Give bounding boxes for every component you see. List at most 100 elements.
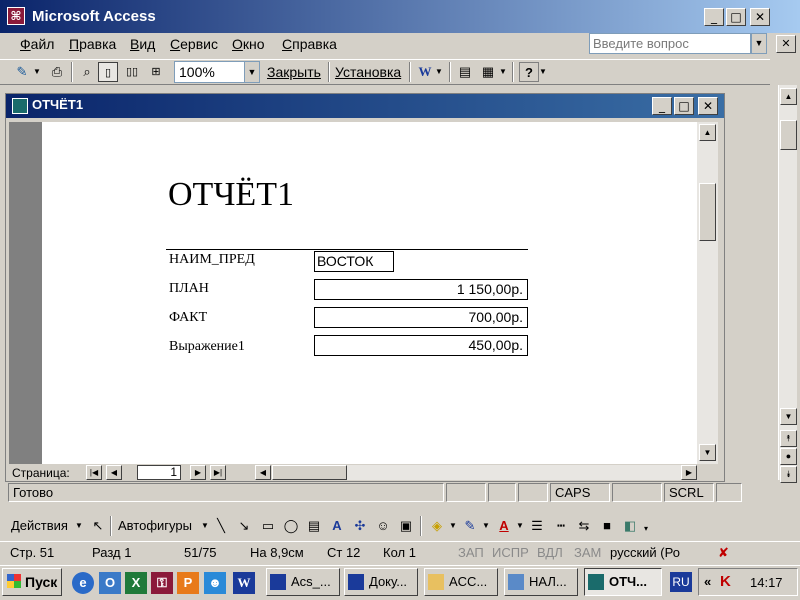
new-object-dropdown-icon[interactable]: ▼ bbox=[498, 62, 508, 82]
maximize-button[interactable]: □ bbox=[726, 8, 746, 26]
help-dropdown-button[interactable]: ▼ bbox=[751, 33, 767, 54]
arrow-icon[interactable]: ↘ bbox=[234, 516, 254, 536]
line-icon[interactable]: ╲ bbox=[211, 516, 231, 536]
report-scroll-up-icon[interactable]: ▲ bbox=[699, 124, 716, 141]
next-page-icon[interactable]: ⯯ bbox=[780, 466, 797, 483]
menu-edit[interactable]: Правка bbox=[69, 36, 116, 52]
help-icon[interactable]: ? bbox=[519, 62, 539, 82]
minimize-button[interactable]: _ bbox=[704, 8, 724, 26]
menu-view[interactable]: Вид bbox=[130, 36, 155, 52]
hscroll-left-icon[interactable]: ◀ bbox=[255, 465, 271, 480]
fill-color-icon[interactable]: ◈ bbox=[427, 516, 447, 536]
actions-menu-button[interactable]: Действия bbox=[11, 518, 68, 533]
help-dropdown-icon[interactable]: ▼ bbox=[538, 62, 548, 82]
last-page-icon[interactable]: ▶| bbox=[210, 465, 226, 480]
internet-explorer-icon[interactable]: e bbox=[72, 572, 94, 594]
multiple-pages-icon[interactable]: ⊞ bbox=[146, 62, 166, 82]
menu-window[interactable]: Окно bbox=[232, 36, 265, 52]
rectangle-icon[interactable]: ▭ bbox=[258, 516, 278, 536]
page-number-input[interactable]: 1 bbox=[137, 465, 181, 480]
report-maximize-button[interactable]: □ bbox=[674, 97, 694, 115]
scroll-down-icon[interactable]: ▼ bbox=[780, 408, 797, 425]
insert-picture-icon[interactable]: ▣ bbox=[396, 516, 416, 536]
status-caps: CAPS bbox=[550, 483, 610, 502]
hscroll-right-icon[interactable]: ▶ bbox=[681, 465, 697, 480]
clock[interactable]: 14:17 bbox=[750, 575, 783, 590]
menu-file[interactable]: Файл bbox=[20, 36, 54, 52]
zoom-magnifier-icon[interactable]: ⌕ bbox=[77, 62, 97, 82]
antivirus-icon[interactable]: K bbox=[720, 573, 731, 590]
prev-page-icon[interactable]: ⯭ bbox=[780, 430, 797, 447]
messenger-icon[interactable]: ☻ bbox=[204, 572, 226, 594]
status-rec[interactable]: ЗАП bbox=[458, 545, 484, 560]
autoshapes-menu-button[interactable]: Автофигуры bbox=[118, 518, 192, 533]
export-dropdown-icon[interactable]: ▼ bbox=[434, 62, 444, 82]
word-icon[interactable]: W bbox=[233, 572, 255, 594]
wordart-icon[interactable]: A bbox=[327, 516, 347, 536]
menu-help[interactable]: Справка bbox=[282, 36, 337, 52]
previous-page-icon[interactable]: ◀ bbox=[106, 465, 122, 480]
tray-expand-icon[interactable]: « bbox=[704, 574, 711, 589]
two-pages-icon[interactable]: ▯▯ bbox=[122, 62, 142, 82]
report-scroll-down-icon[interactable]: ▼ bbox=[699, 444, 716, 461]
excel-icon[interactable]: X bbox=[125, 572, 147, 594]
arrow-style-icon[interactable]: ⇆ bbox=[574, 516, 594, 536]
view-icon[interactable]: ✎ bbox=[12, 62, 32, 82]
database-window-icon[interactable]: ▤ bbox=[455, 62, 475, 82]
select-objects-icon[interactable]: ↖ bbox=[88, 516, 108, 536]
dash-style-icon[interactable]: ┅ bbox=[551, 516, 571, 536]
zoom-select[interactable]: 100% bbox=[174, 61, 246, 83]
help-question-input[interactable]: Введите вопрос bbox=[589, 33, 751, 54]
one-page-icon[interactable]: ▯ bbox=[98, 62, 118, 82]
report-minimize-button[interactable]: _ bbox=[652, 97, 672, 115]
menu-tools[interactable]: Сервис bbox=[170, 36, 218, 52]
toolbar-separator bbox=[512, 62, 514, 82]
scroll-up-icon[interactable]: ▲ bbox=[780, 88, 797, 105]
report-close-button[interactable]: ✕ bbox=[698, 97, 718, 115]
diagram-icon[interactable]: ✣ bbox=[350, 516, 370, 536]
line-style-icon[interactable]: ☰ bbox=[527, 516, 547, 536]
text-box-icon[interactable]: ▤ bbox=[304, 516, 324, 536]
close-preview-button[interactable]: Закрыть bbox=[267, 64, 321, 80]
oval-icon[interactable]: ◯ bbox=[281, 516, 301, 536]
report-scroll-thumb[interactable] bbox=[699, 183, 716, 241]
access-key-icon[interactable]: ⌘ bbox=[7, 7, 25, 25]
access-icon[interactable]: ⚿ bbox=[151, 572, 173, 594]
line-color-dropdown-icon[interactable]: ▼ bbox=[482, 521, 490, 530]
toolbar-options-icon[interactable]: ▾ bbox=[644, 524, 648, 533]
spelling-status-icon[interactable]: ✘ bbox=[718, 545, 729, 561]
powerpoint-icon[interactable]: P bbox=[177, 572, 199, 594]
first-page-icon[interactable]: |◀ bbox=[86, 465, 102, 480]
language-indicator[interactable]: RU bbox=[670, 572, 692, 592]
hscroll-track[interactable] bbox=[347, 465, 681, 480]
scroll-thumb[interactable] bbox=[780, 120, 797, 150]
hscroll-thumb[interactable] bbox=[272, 465, 347, 480]
fill-color-dropdown-icon[interactable]: ▼ bbox=[449, 521, 457, 530]
font-color-dropdown-icon[interactable]: ▼ bbox=[516, 521, 524, 530]
view-dropdown-icon[interactable]: ▼ bbox=[32, 62, 42, 82]
close-button[interactable]: ✕ bbox=[750, 8, 770, 26]
next-page-button-icon[interactable]: ▶ bbox=[190, 465, 206, 480]
3d-style-icon[interactable]: ◧ bbox=[620, 516, 640, 536]
word-export-icon[interactable]: W bbox=[415, 62, 435, 82]
clip-art-icon[interactable]: ☺ bbox=[373, 516, 393, 536]
report-vertical-scrollbar[interactable] bbox=[697, 122, 718, 464]
status-track-changes[interactable]: ИСПР bbox=[492, 545, 529, 560]
autoshapes-dropdown-icon[interactable]: ▼ bbox=[201, 521, 209, 530]
font-color-icon[interactable]: A bbox=[494, 516, 514, 536]
zoom-dropdown-button[interactable]: ▼ bbox=[244, 61, 260, 83]
report-icon[interactable] bbox=[12, 98, 28, 114]
report-window-title-bar[interactable] bbox=[6, 94, 724, 118]
status-overtype[interactable]: ЗАМ bbox=[574, 545, 601, 560]
new-object-icon[interactable]: ▦ bbox=[478, 62, 498, 82]
line-color-icon[interactable]: ✎ bbox=[460, 516, 480, 536]
print-icon[interactable]: ⎙ bbox=[47, 62, 67, 82]
status-panel bbox=[488, 483, 516, 502]
outlook-icon[interactable]: O bbox=[99, 572, 121, 594]
doc-close-button[interactable]: ✕ bbox=[776, 35, 796, 53]
page-setup-button[interactable]: Установка bbox=[335, 64, 401, 80]
actions-dropdown-icon[interactable]: ▼ bbox=[75, 521, 83, 530]
browse-object-icon[interactable]: ● bbox=[780, 448, 797, 465]
shadow-style-icon[interactable]: ■ bbox=[597, 516, 617, 536]
status-extend[interactable]: ВДЛ bbox=[537, 545, 563, 560]
